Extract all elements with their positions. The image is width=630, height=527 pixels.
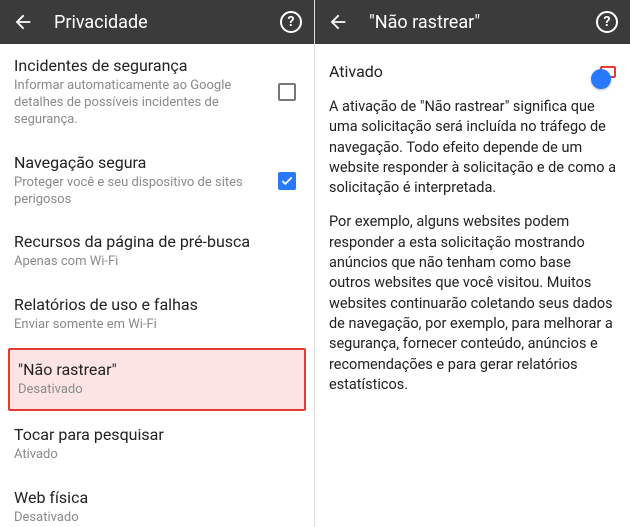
privacy-screen: Privacidade ? Incidentes de segurança In… (0, 0, 315, 527)
toggle-highlight (600, 66, 616, 78)
checkbox-safebrowsing[interactable] (278, 172, 296, 190)
item-physical-web[interactable]: Web física Desativado (0, 476, 314, 527)
help-icon[interactable]: ? (280, 11, 302, 33)
settings-list: Incidentes de segurança Informar automat… (0, 44, 314, 527)
item-title: Incidentes de segurança (14, 56, 300, 76)
item-subtitle: Informar automaticamente ao Google detal… (14, 78, 300, 129)
checkbox-incidents[interactable] (278, 83, 296, 101)
appbar-dnt: "Não rastrear" ? (315, 0, 630, 44)
item-title: "Não rastrear" (18, 360, 296, 380)
dnt-paragraph-2: Por exemplo, alguns websites podem respo… (329, 212, 616, 395)
checkbox-empty-icon (278, 83, 296, 101)
checkbox-checked-icon (278, 172, 296, 190)
item-subtitle: Ativado (14, 447, 300, 464)
item-security-incidents[interactable]: Incidentes de segurança Informar automat… (0, 44, 314, 141)
item-safe-browsing[interactable]: Navegação segura Proteger você e seu dis… (0, 141, 314, 221)
item-subtitle: Enviar somente em Wi-Fi (14, 317, 300, 334)
item-tap-to-search[interactable]: Tocar para pesquisar Ativado (0, 413, 314, 476)
appbar-title: "Não rastrear" (369, 12, 596, 33)
item-title: Tocar para pesquisar (14, 425, 300, 445)
item-title: Navegação segura (14, 153, 300, 173)
dnt-description: A ativação de "Não rastrear" significa q… (315, 95, 630, 419)
do-not-track-screen: "Não rastrear" ? Ativado A ativação de "… (315, 0, 630, 527)
item-title: Recursos da página de pré-busca (14, 232, 300, 252)
item-subtitle: Proteger você e seu dispositivo de sites… (14, 175, 300, 209)
toggle-label: Ativado (329, 62, 383, 81)
item-title: Relatórios de uso e falhas (14, 295, 300, 315)
item-do-not-track[interactable]: "Não rastrear" Desativado (8, 348, 306, 411)
item-subtitle: Desativado (18, 382, 296, 399)
help-icon[interactable]: ? (596, 11, 618, 33)
item-prefetch[interactable]: Recursos da página de pré-busca Apenas c… (0, 220, 314, 283)
item-subtitle: Apenas com Wi-Fi (14, 254, 300, 271)
switch-thumb-icon (591, 69, 611, 89)
back-icon[interactable] (12, 11, 34, 33)
item-title: Web física (14, 488, 300, 508)
item-usage-reports[interactable]: Relatórios de uso e falhas Enviar soment… (0, 283, 314, 346)
dnt-toggle-row[interactable]: Ativado (315, 44, 630, 95)
appbar-privacy: Privacidade ? (0, 0, 314, 44)
item-subtitle: Desativado (14, 510, 300, 527)
back-icon[interactable] (327, 11, 349, 33)
dnt-paragraph-1: A ativação de "Não rastrear" significa q… (329, 97, 616, 198)
appbar-title: Privacidade (54, 12, 280, 33)
dnt-content: Ativado A ativação de "Não rastrear" sig… (315, 44, 630, 527)
